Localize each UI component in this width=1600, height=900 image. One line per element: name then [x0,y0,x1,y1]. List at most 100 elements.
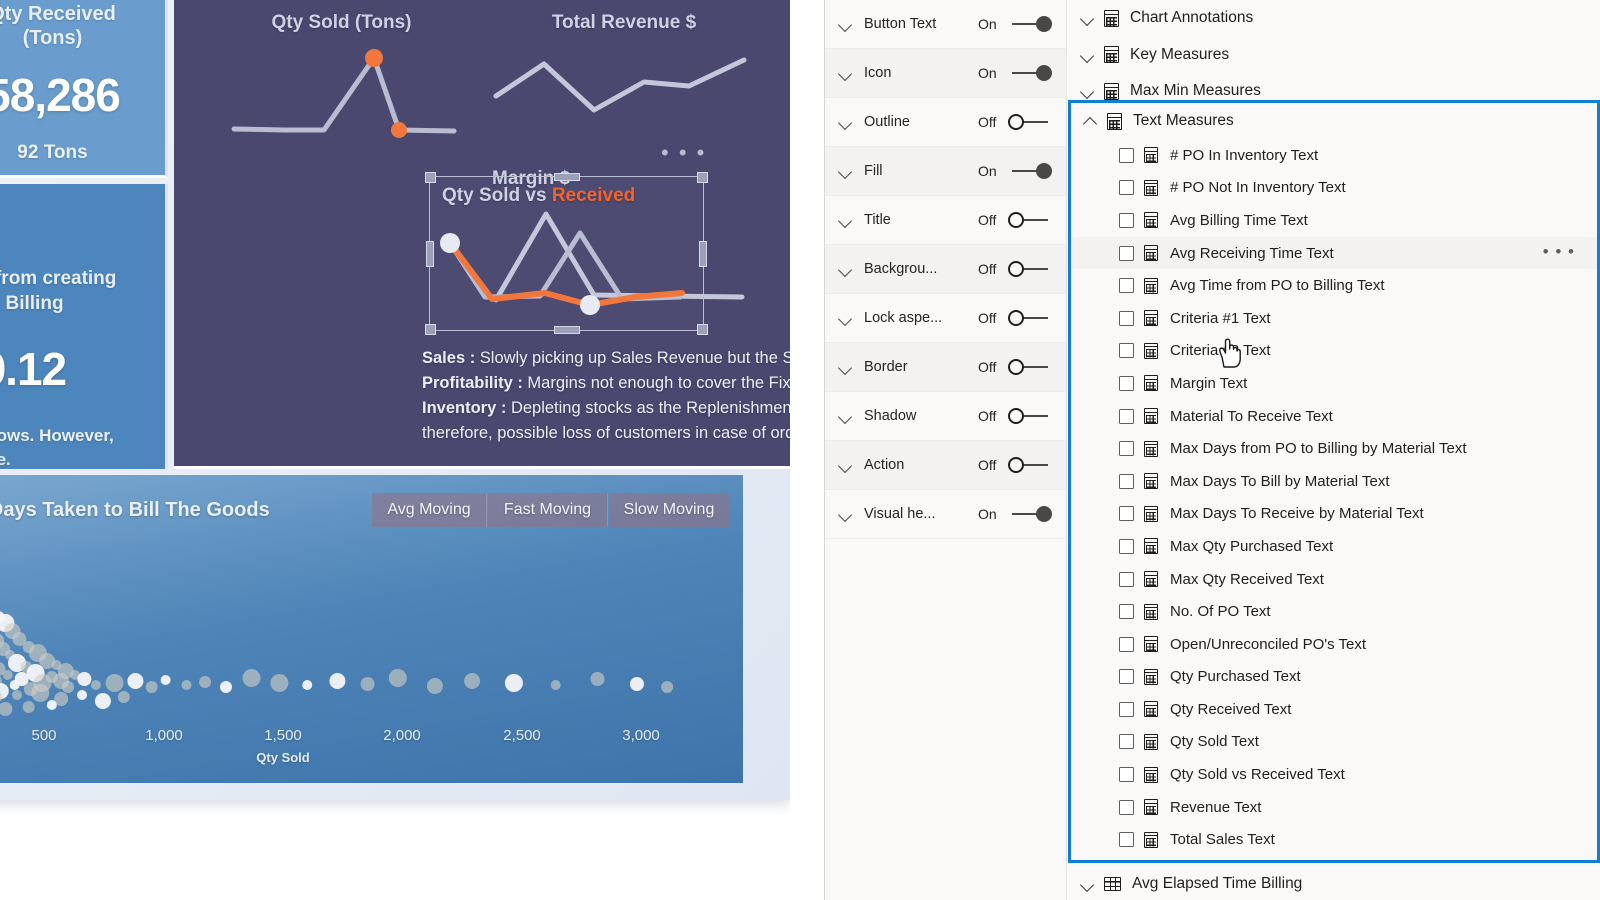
format-pane[interactable]: Button Text On Icon On Outline Off Fill On Title… [824,0,1067,900]
chevron-down-icon[interactable] [837,113,855,131]
chevron-down-icon[interactable] [837,162,855,180]
format-row-shadow[interactable]: Shadow Off [825,392,1066,441]
field-checkbox[interactable] [1119,799,1134,815]
format-row-toggle[interactable]: Off [978,359,1052,375]
field-group-chart-annotations[interactable]: Chart Annotations [1068,0,1600,37]
chevron-down-icon[interactable] [837,358,855,376]
field-checkbox[interactable] [1119,604,1134,620]
field-checkbox[interactable] [1119,147,1134,163]
format-row-toggle[interactable]: Off [978,310,1052,326]
format-row-toggle[interactable]: On [978,506,1052,522]
field-row[interactable]: Max Days To Bill by Material Text [1071,465,1597,498]
toggle-switch[interactable] [1008,163,1052,179]
field-row-more-options-icon[interactable]: • • • [1543,243,1575,260]
field-row[interactable]: # PO In Inventory Text [1071,139,1597,172]
field-row[interactable]: Avg Receiving Time Text • • • [1071,236,1597,270]
field-checkbox[interactable] [1119,180,1134,196]
field-row[interactable]: # PO Not In Inventory Text [1071,172,1597,205]
resize-handle-top-center[interactable] [553,173,580,181]
toggle-switch[interactable] [1008,114,1052,130]
field-checkbox[interactable] [1119,441,1134,457]
text-measures-header[interactable]: Text Measures [1071,103,1597,139]
chevron-down-icon[interactable] [837,407,855,425]
format-row-border[interactable]: Border Off [825,343,1066,392]
field-checkbox[interactable] [1119,669,1134,685]
field-checkbox[interactable] [1119,375,1134,391]
canvas-surface[interactable]: Qty Received (Tons) 58,286 92 Tons ays f… [0,0,790,800]
field-row[interactable]: Qty Received Text [1071,693,1597,726]
format-row-icon[interactable]: Icon On [825,49,1066,98]
field-checkbox[interactable] [1119,538,1134,554]
field-checkbox[interactable] [1119,701,1134,717]
field-row[interactable]: Margin Text [1071,367,1597,400]
toggle-switch[interactable] [1008,16,1052,32]
format-row-toggle[interactable]: Off [978,457,1052,473]
format-row-lock-aspe[interactable]: Lock aspe... Off [825,294,1066,343]
toggle-switch[interactable] [1008,212,1052,228]
chevron-down-icon[interactable] [1078,45,1098,65]
chevron-down-icon[interactable] [837,211,855,229]
format-row-action[interactable]: Action Off [825,441,1066,490]
format-row-outline[interactable]: Outline Off [825,98,1066,147]
kpi-card-days-po-to-billing[interactable]: ays from creating O till Billing 49.12 h… [0,184,168,469]
format-row-toggle[interactable]: On [978,16,1052,32]
field-row[interactable]: Material To Receive Text [1071,400,1597,433]
resize-handle-bottom-center[interactable] [553,326,580,334]
resize-handle-right-center[interactable] [699,240,707,267]
field-checkbox[interactable] [1119,832,1134,848]
chevron-down-icon[interactable] [1078,8,1098,28]
scatter-visual[interactable]: ge Days Taken to Bill The Goods Avg Movi… [0,475,743,783]
button-slow-moving[interactable]: Slow Moving [609,493,729,527]
resize-handle-top-left[interactable] [425,172,436,183]
format-row-toggle[interactable]: Off [978,408,1052,424]
field-checkbox[interactable] [1119,278,1134,294]
field-row[interactable]: Avg Billing Time Text [1071,204,1597,237]
insights-textbox[interactable]: Sales : Slowly picking up Sales Revenue … [422,346,790,446]
field-checkbox[interactable] [1119,343,1134,359]
kpi-card-qty-received[interactable]: Qty Received (Tons) 58,286 92 Tons [0,0,168,178]
chevron-down-icon[interactable] [837,505,855,523]
field-group-avg-elapsed-time-billing[interactable]: Avg Elapsed Time Billing [1068,866,1600,900]
button-avg-moving[interactable]: Avg Moving [372,493,487,527]
resize-handle-left-center[interactable] [426,240,434,267]
field-row[interactable]: Revenue Text [1071,791,1597,824]
field-row[interactable]: Open/Unreconciled PO's Text [1071,628,1597,661]
field-row[interactable]: Qty Sold Text [1071,726,1597,759]
format-row-toggle[interactable]: On [978,65,1052,81]
mini-chart-qty-sold-vs-received-selected[interactable]: Qty Sold vs Received [425,172,708,335]
chevron-down-icon[interactable] [837,15,855,33]
toggle-switch[interactable] [1008,359,1052,375]
chevron-up-icon[interactable] [1081,111,1101,131]
analytics-panel[interactable]: Qty Sold (Tons) Total Revenue $ Margin $… [174,0,790,469]
format-row-button-text[interactable]: Button Text On [825,0,1066,49]
toggle-switch[interactable] [1008,506,1052,522]
field-checkbox[interactable] [1119,506,1134,522]
toggle-switch[interactable] [1008,457,1052,473]
field-row[interactable]: Max Qty Purchased Text [1071,530,1597,563]
field-row[interactable]: Avg Time from PO to Billing Text [1071,269,1597,302]
format-row-backgrou[interactable]: Backgrou... Off [825,245,1066,294]
chevron-down-icon[interactable] [837,309,855,327]
field-checkbox[interactable] [1119,571,1134,587]
mini-chart-total-revenue[interactable]: Total Revenue $ [484,12,764,144]
field-group-key-measures[interactable]: Key Measures [1068,37,1600,74]
format-row-toggle[interactable]: On [978,163,1052,179]
field-row[interactable]: Qty Purchased Text [1071,661,1597,694]
field-checkbox[interactable] [1119,473,1134,489]
field-checkbox[interactable] [1119,245,1134,261]
field-checkbox[interactable] [1119,767,1134,783]
resize-handle-bottom-left[interactable] [425,324,436,335]
field-row[interactable]: No. Of PO Text [1071,595,1597,628]
format-row-toggle[interactable]: Off [978,212,1052,228]
field-row[interactable]: Max Qty Received Text [1071,563,1597,596]
format-row-title[interactable]: Title Off [825,196,1066,245]
chevron-down-icon[interactable] [1078,81,1098,101]
report-canvas[interactable]: Qty Received (Tons) 58,286 92 Tons ays f… [0,0,790,900]
button-fast-moving[interactable]: Fast Moving [488,493,608,527]
field-checkbox[interactable] [1119,636,1134,652]
chevron-down-icon[interactable] [837,64,855,82]
visual-more-options-icon[interactable]: • • • [661,142,706,164]
field-row[interactable]: Criteria #2 Text [1071,335,1597,368]
field-row[interactable]: Total Sales Text [1071,823,1597,856]
field-row[interactable]: Criteria #1 Text [1071,302,1597,335]
